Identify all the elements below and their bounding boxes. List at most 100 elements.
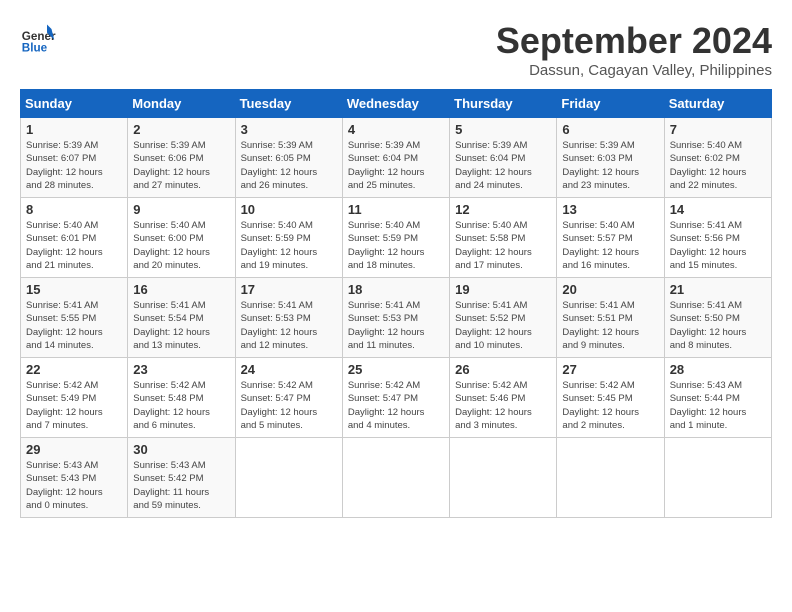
table-row: 8 Sunrise: 5:40 AM Sunset: 6:01 PM Daylig… [21,198,128,278]
table-row: 30Sunrise: 5:43 AM Sunset: 5:42 PM Dayli… [128,438,235,518]
day-number: 5 [455,122,551,137]
cell-info: Sunrise: 5:39 AM Sunset: 6:04 PM Dayligh… [348,139,444,192]
cell-info: Sunrise: 5:41 AM Sunset: 5:52 PM Dayligh… [455,299,551,352]
table-row: 4 Sunrise: 5:39 AM Sunset: 6:04 PM Daylig… [342,118,449,198]
calendar-table: SundayMondayTuesdayWednesdayThursdayFrid… [20,89,772,518]
table-row: 11 Sunrise: 5:40 AM Sunset: 5:59 PM Dayli… [342,198,449,278]
day-number: 22 [26,362,122,377]
day-number: 25 [348,362,444,377]
day-number: 26 [455,362,551,377]
col-header-sunday: Sunday [21,90,128,118]
cell-info: Sunrise: 5:42 AM Sunset: 5:49 PM Dayligh… [26,379,122,432]
col-header-thursday: Thursday [450,90,557,118]
day-number: 23 [133,362,229,377]
cell-info: Sunrise: 5:42 AM Sunset: 5:45 PM Dayligh… [562,379,658,432]
cell-info: Sunrise: 5:39 AM Sunset: 6:04 PM Dayligh… [455,139,551,192]
day-number: 12 [455,202,551,217]
table-row: 20 Sunrise: 5:41 AM Sunset: 5:51 PM Dayli… [557,278,664,358]
col-header-tuesday: Tuesday [235,90,342,118]
table-row [557,438,664,518]
day-number: 1 [26,122,122,137]
table-row: 5 Sunrise: 5:39 AM Sunset: 6:04 PM Daylig… [450,118,557,198]
table-row: 12 Sunrise: 5:40 AM Sunset: 5:58 PM Dayli… [450,198,557,278]
table-row: 13 Sunrise: 5:40 AM Sunset: 5:57 PM Dayli… [557,198,664,278]
table-row [450,438,557,518]
cell-info: Sunrise: 5:40 AM Sunset: 5:58 PM Dayligh… [455,219,551,272]
table-row [235,438,342,518]
logo: General Blue [20,20,56,56]
month-title: September 2024 [496,20,772,62]
cell-info: Sunrise: 5:42 AM Sunset: 5:48 PM Dayligh… [133,379,229,432]
day-number: 7 [670,122,766,137]
table-row: 16 Sunrise: 5:41 AM Sunset: 5:54 PM Dayli… [128,278,235,358]
table-row: 29 Sunrise: 5:43 AM Sunset: 5:43 PM Dayli… [21,438,128,518]
table-row: 9 Sunrise: 5:40 AM Sunset: 6:00 PM Daylig… [128,198,235,278]
day-number: 20 [562,282,658,297]
cell-info: Sunrise: 5:39 AM Sunset: 6:05 PM Dayligh… [241,139,337,192]
cell-info: Sunrise: 5:42 AM Sunset: 5:47 PM Dayligh… [241,379,337,432]
day-number: 24 [241,362,337,377]
table-row: 24 Sunrise: 5:42 AM Sunset: 5:47 PM Dayli… [235,358,342,438]
table-row: 27 Sunrise: 5:42 AM Sunset: 5:45 PM Dayli… [557,358,664,438]
table-row: 18 Sunrise: 5:41 AM Sunset: 5:53 PM Dayli… [342,278,449,358]
cell-info: Sunrise: 5:41 AM Sunset: 5:56 PM Dayligh… [670,219,766,272]
cell-info: Sunrise: 5:42 AM Sunset: 5:47 PM Dayligh… [348,379,444,432]
cell-info: Sunrise: 5:42 AM Sunset: 5:46 PM Dayligh… [455,379,551,432]
cell-info: Sunrise: 5:40 AM Sunset: 5:57 PM Dayligh… [562,219,658,272]
day-number: 8 [26,202,122,217]
day-number: 28 [670,362,766,377]
cell-info: Sunrise: 5:40 AM Sunset: 6:01 PM Dayligh… [26,219,122,272]
col-header-saturday: Saturday [664,90,771,118]
table-row: 22 Sunrise: 5:42 AM Sunset: 5:49 PM Dayli… [21,358,128,438]
day-number: 15 [26,282,122,297]
day-number: 21 [670,282,766,297]
day-number: 29 [26,442,122,457]
cell-info: Sunrise: 5:39 AM Sunset: 6:07 PM Dayligh… [26,139,122,192]
table-row: 1 Sunrise: 5:39 AM Sunset: 6:07 PM Daylig… [21,118,128,198]
cell-info: Sunrise: 5:40 AM Sunset: 6:02 PM Dayligh… [670,139,766,192]
location-subtitle: Dassun, Cagayan Valley, Philippines [496,62,772,79]
day-number: 17 [241,282,337,297]
table-row: 14 Sunrise: 5:41 AM Sunset: 5:56 PM Dayli… [664,198,771,278]
table-row: 19 Sunrise: 5:41 AM Sunset: 5:52 PM Dayli… [450,278,557,358]
day-number: 6 [562,122,658,137]
logo-icon: General Blue [20,20,56,56]
day-number: 14 [670,202,766,217]
cell-info: Sunrise: 5:43 AM Sunset: 5:44 PM Dayligh… [670,379,766,432]
col-header-wednesday: Wednesday [342,90,449,118]
cell-info: Sunrise: 5:41 AM Sunset: 5:50 PM Dayligh… [670,299,766,352]
day-number: 9 [133,202,229,217]
day-number: 2 [133,122,229,137]
table-row: 10 Sunrise: 5:40 AM Sunset: 5:59 PM Dayli… [235,198,342,278]
cell-info: Sunrise: 5:41 AM Sunset: 5:55 PM Dayligh… [26,299,122,352]
table-row [664,438,771,518]
table-row: 26 Sunrise: 5:42 AM Sunset: 5:46 PM Dayli… [450,358,557,438]
cell-info: Sunrise: 5:39 AM Sunset: 6:03 PM Dayligh… [562,139,658,192]
cell-info: Sunrise: 5:40 AM Sunset: 5:59 PM Dayligh… [241,219,337,272]
table-row: 28 Sunrise: 5:43 AM Sunset: 5:44 PM Dayli… [664,358,771,438]
table-row: 25 Sunrise: 5:42 AM Sunset: 5:47 PM Dayli… [342,358,449,438]
cell-info: Sunrise: 5:41 AM Sunset: 5:53 PM Dayligh… [241,299,337,352]
day-number: 18 [348,282,444,297]
cell-info: Sunrise: 5:41 AM Sunset: 5:51 PM Dayligh… [562,299,658,352]
day-number: 4 [348,122,444,137]
cell-info: Sunrise: 5:41 AM Sunset: 5:54 PM Dayligh… [133,299,229,352]
cell-info: Sunrise: 5:41 AM Sunset: 5:53 PM Dayligh… [348,299,444,352]
day-number: 19 [455,282,551,297]
day-number: 16 [133,282,229,297]
cell-info: Sunrise: 5:43 AM Sunset: 5:43 PM Dayligh… [26,459,122,512]
table-row: 15 Sunrise: 5:41 AM Sunset: 5:55 PM Dayli… [21,278,128,358]
cell-info: Sunrise: 5:40 AM Sunset: 5:59 PM Dayligh… [348,219,444,272]
day-number: 10 [241,202,337,217]
svg-text:Blue: Blue [22,42,48,55]
day-number: 30 [133,442,229,457]
table-row: 3Sunrise: 5:39 AM Sunset: 6:05 PM Daylig… [235,118,342,198]
cell-info: Sunrise: 5:40 AM Sunset: 6:00 PM Dayligh… [133,219,229,272]
day-number: 13 [562,202,658,217]
table-row: 23 Sunrise: 5:42 AM Sunset: 5:48 PM Dayli… [128,358,235,438]
page-header: General Blue September 2024 Dassun, Caga… [20,20,772,79]
col-header-friday: Friday [557,90,664,118]
day-number: 11 [348,202,444,217]
title-block: September 2024 Dassun, Cagayan Valley, P… [496,20,772,79]
day-number: 27 [562,362,658,377]
